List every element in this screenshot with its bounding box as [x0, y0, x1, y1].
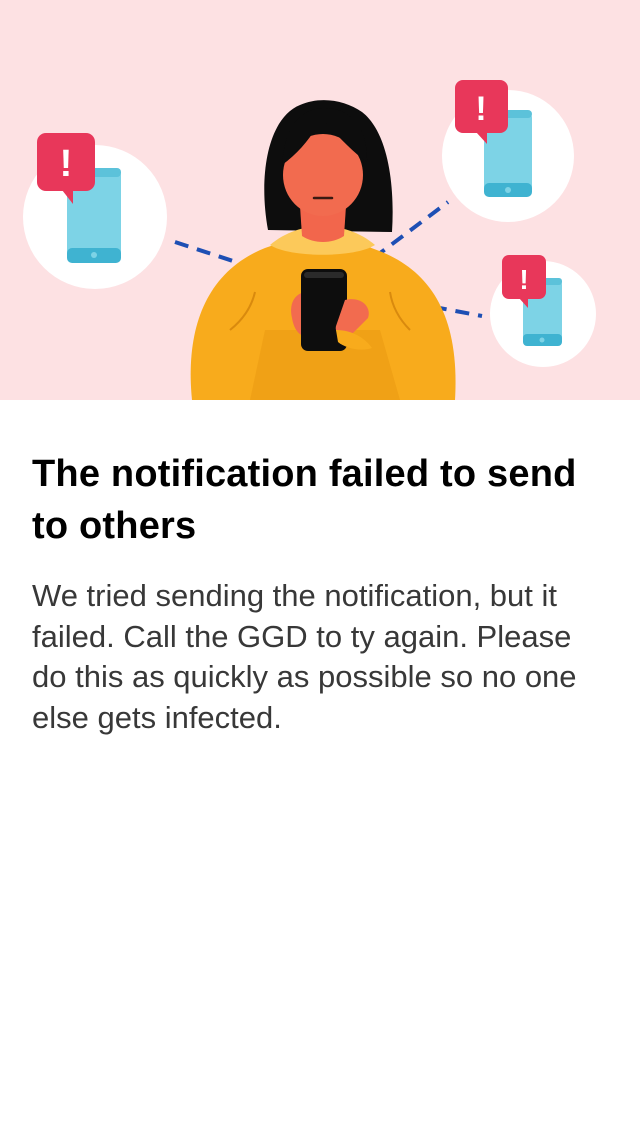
- svg-text:!: !: [519, 264, 528, 295]
- hero-illustration: ! ! !: [0, 0, 640, 400]
- svg-text:!: !: [60, 143, 73, 185]
- description-text: We tried sending the notification, but i…: [32, 578, 577, 735]
- message-content: The notification failed to send to other…: [0, 400, 640, 738]
- bottom-right-phone-bubble: !: [490, 255, 596, 367]
- svg-text:!: !: [475, 90, 486, 128]
- person-figure: [190, 100, 456, 400]
- left-phone-bubble: !: [23, 133, 167, 289]
- person-phone-illustration: ! ! !: [23, 80, 596, 400]
- page-title: The notification failed to send to other…: [32, 453, 577, 547]
- top-right-phone-bubble: !: [442, 80, 574, 222]
